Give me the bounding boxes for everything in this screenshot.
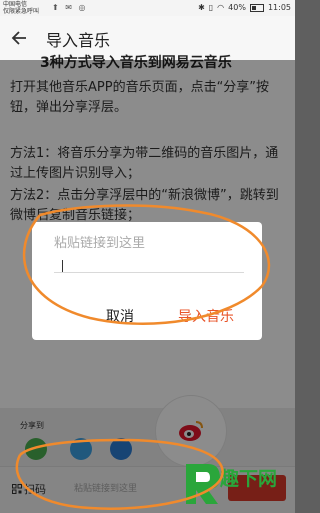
page-title: 导入音乐	[46, 31, 111, 50]
import-music-button[interactable]: 导入音乐	[178, 306, 234, 326]
wifi-icon: ◠	[217, 3, 225, 12]
clock: 11:05	[267, 3, 291, 12]
status-bar: 中国电信 仅限紧急呼叫 ⬆ ✉ ◎ ✱ ▯ ◠ 40% 11:05	[0, 0, 295, 16]
watermark-logo-icon	[186, 464, 220, 504]
text-cursor	[62, 260, 63, 272]
paste-link-dialog: 粘贴链接到这里 取消 导入音乐	[32, 222, 262, 340]
dim-overlay-top	[0, 60, 295, 204]
watermark: 趣下网	[180, 458, 290, 508]
carrier-name: 中国电信	[3, 1, 28, 8]
link-input-placeholder: 粘贴链接到这里	[54, 236, 146, 251]
back-arrow-icon[interactable]	[10, 28, 30, 48]
vibrate-icon: ▯	[208, 3, 214, 12]
battery-icon	[249, 3, 264, 12]
notification-icons: ⬆ ✉ ◎	[52, 3, 88, 12]
screen: 中国电信 仅限紧急呼叫 ⬆ ✉ ◎ ✱ ▯ ◠ 40% 11:05 导入音乐 3…	[0, 0, 295, 513]
carrier-info: 中国电信 仅限紧急呼叫	[3, 1, 39, 15]
emergency-only: 仅限紧急呼叫	[3, 8, 40, 15]
link-input[interactable]: 粘贴链接到这里	[54, 228, 244, 273]
battery-percent: 40%	[228, 3, 246, 12]
dialog-buttons: 取消 导入音乐	[32, 304, 262, 334]
status-right: ✱ ▯ ◠ 40% 11:05	[198, 3, 291, 12]
watermark-text: 趣下网	[220, 468, 278, 490]
bluetooth-icon: ✱	[198, 3, 205, 12]
cancel-button[interactable]: 取消	[106, 306, 134, 326]
